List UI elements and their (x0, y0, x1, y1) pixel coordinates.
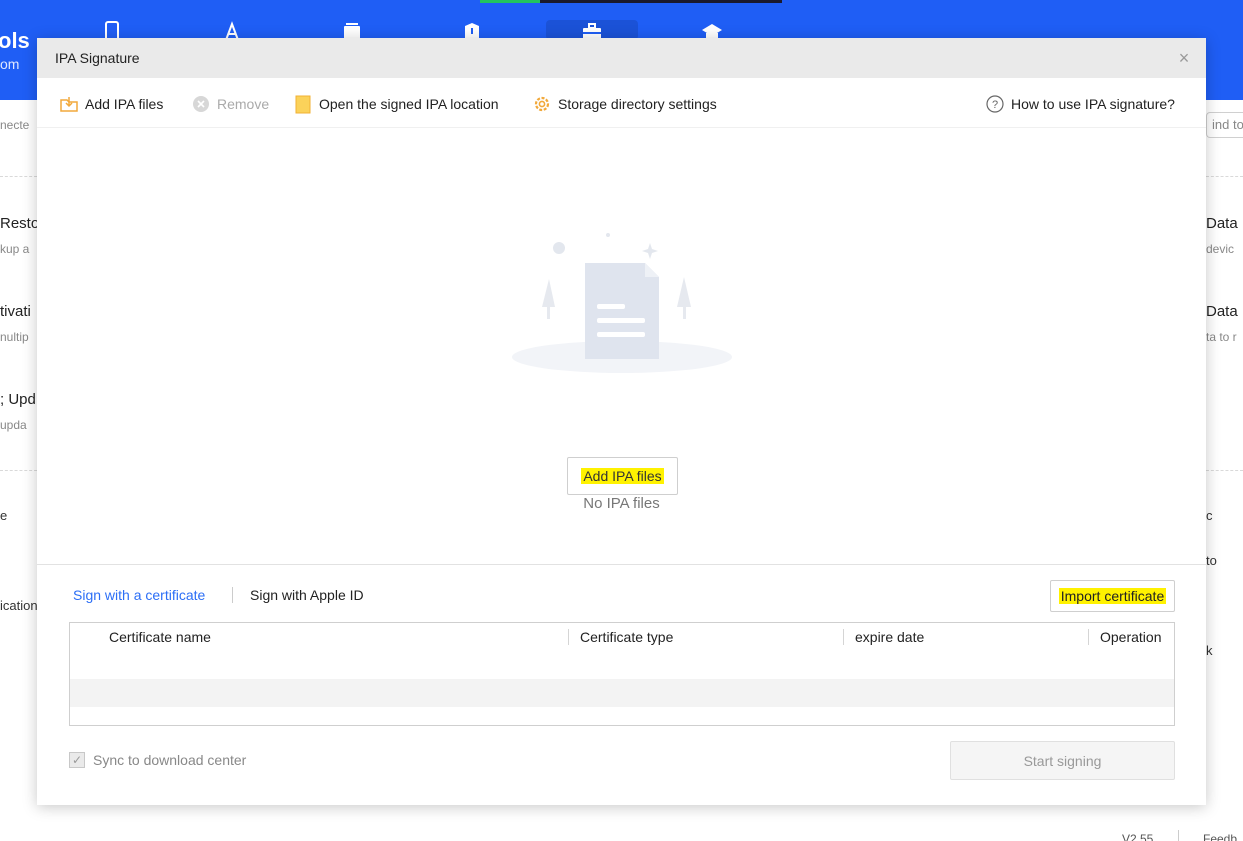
add-ipa-files-center-button[interactable]: Add IPA files (567, 457, 678, 495)
empty-file-illustration (507, 229, 747, 379)
file-icon (293, 94, 313, 114)
bg-right-item-title: k (1206, 643, 1213, 658)
gear-icon (532, 94, 552, 114)
toolbox-icon[interactable] (580, 20, 604, 40)
open-signed-location-button[interactable]: Open the signed IPA location (293, 93, 499, 115)
add-ipa-files-center-label: Add IPA files (581, 468, 664, 484)
divider (0, 470, 37, 471)
apps-icon[interactable] (220, 20, 244, 41)
tutorial-icon[interactable] (700, 20, 724, 41)
table-row (70, 679, 1174, 707)
tab-sign-with-certificate[interactable]: Sign with a certificate (73, 587, 205, 603)
remove-label: Remove (217, 96, 270, 112)
header-accent-dark (540, 0, 782, 3)
column-header-operation[interactable]: Operation (1088, 623, 1174, 651)
divider (0, 176, 37, 177)
remove-button[interactable]: Remove (191, 93, 269, 115)
close-icon[interactable]: × (1174, 48, 1194, 68)
bg-right-item-sub: devic (1206, 242, 1235, 256)
bg-left-item-sub: kup a (0, 242, 30, 256)
svg-text:?: ? (992, 99, 998, 111)
divider (1206, 176, 1243, 177)
open-signed-location-label: Open the signed IPA location (319, 96, 499, 112)
remove-circle-icon (191, 94, 211, 114)
app-logo-subtitle: om (0, 56, 20, 72)
dialog-toolbar: Add IPA files Remove Open the signed IPA… (37, 78, 1206, 128)
storage-settings-button[interactable]: Storage directory settings (532, 93, 717, 115)
bg-right-item-sub: ta to r (1206, 330, 1237, 344)
app-logo-title: ols (0, 28, 30, 53)
column-header-label: Certificate name (109, 629, 211, 645)
import-certificate-button[interactable]: Import certificate (1050, 580, 1175, 612)
column-header-certificate-type[interactable]: Certificate type (568, 623, 843, 651)
bg-left-item-sub: necte (0, 118, 30, 132)
column-header-label: Certificate type (580, 629, 674, 645)
help-link[interactable]: ? How to use IPA signature? (985, 93, 1175, 115)
add-ipa-files-label: Add IPA files (85, 96, 164, 112)
empty-state: No IPA files (37, 129, 1206, 563)
device-icon[interactable] (100, 20, 124, 43)
ipa-signature-dialog: IPA Signature × Add IPA files Remove Ope… (37, 38, 1206, 805)
flash-icon[interactable] (460, 20, 484, 40)
sync-label: Sync to download center (93, 752, 247, 768)
bg-right-item-title: c (1206, 508, 1213, 523)
help-circle-icon: ? (985, 94, 1005, 114)
signing-panel: Sign with a certificate Sign with Apple … (37, 564, 1206, 805)
bg-right-item-title: Data (1206, 303, 1238, 320)
add-ipa-files-button[interactable]: Add IPA files (59, 93, 163, 115)
bg-left-item-title: ication (0, 598, 37, 613)
column-header-expire-date[interactable]: expire date (843, 623, 1088, 651)
table-header: Certificate name Certificate type expire… (70, 623, 1174, 651)
divider (232, 587, 233, 603)
column-header-label: Operation (1100, 629, 1162, 645)
start-signing-button[interactable]: Start signing (950, 741, 1175, 780)
help-label: How to use IPA signature? (1011, 96, 1175, 112)
feedback-link[interactable]: Feedb (1203, 832, 1237, 841)
bg-right-item-title: Data (1206, 215, 1238, 232)
empty-state-label: No IPA files (583, 495, 660, 512)
version-label: V2.55 (1122, 832, 1154, 841)
header-accent-green (480, 0, 540, 3)
bg-left-item-sub: upda (0, 418, 27, 432)
certificate-table: Certificate name Certificate type expire… (69, 622, 1175, 726)
sync-to-download-center-option[interactable]: ✓ Sync to download center (69, 752, 246, 768)
column-header-certificate-name[interactable]: Certificate name (70, 623, 568, 651)
bg-left-item-title: ; Upd (0, 391, 36, 408)
start-signing-label: Start signing (1023, 752, 1102, 769)
tab-sign-with-apple-id[interactable]: Sign with Apple ID (250, 587, 364, 603)
column-header-label: expire date (855, 629, 925, 645)
search-input[interactable]: ind to (1206, 112, 1243, 138)
bg-left-item-title: e (0, 508, 8, 523)
bg-left-item-sub: nultip (0, 330, 29, 344)
divider (1178, 830, 1179, 841)
folder-add-icon (59, 94, 79, 114)
import-certificate-label: Import certificate (1058, 588, 1167, 604)
bg-left-item-title: Resto (0, 215, 37, 232)
media-icon[interactable] (340, 20, 364, 40)
bg-right-item-title: to (1206, 553, 1217, 568)
dialog-titlebar: IPA Signature × (37, 38, 1206, 78)
divider (1206, 470, 1243, 471)
bg-left-item-title: tivati (0, 303, 31, 320)
dialog-title: IPA Signature (55, 50, 140, 66)
storage-settings-label: Storage directory settings (558, 96, 717, 112)
sync-checkbox[interactable]: ✓ (69, 752, 85, 768)
